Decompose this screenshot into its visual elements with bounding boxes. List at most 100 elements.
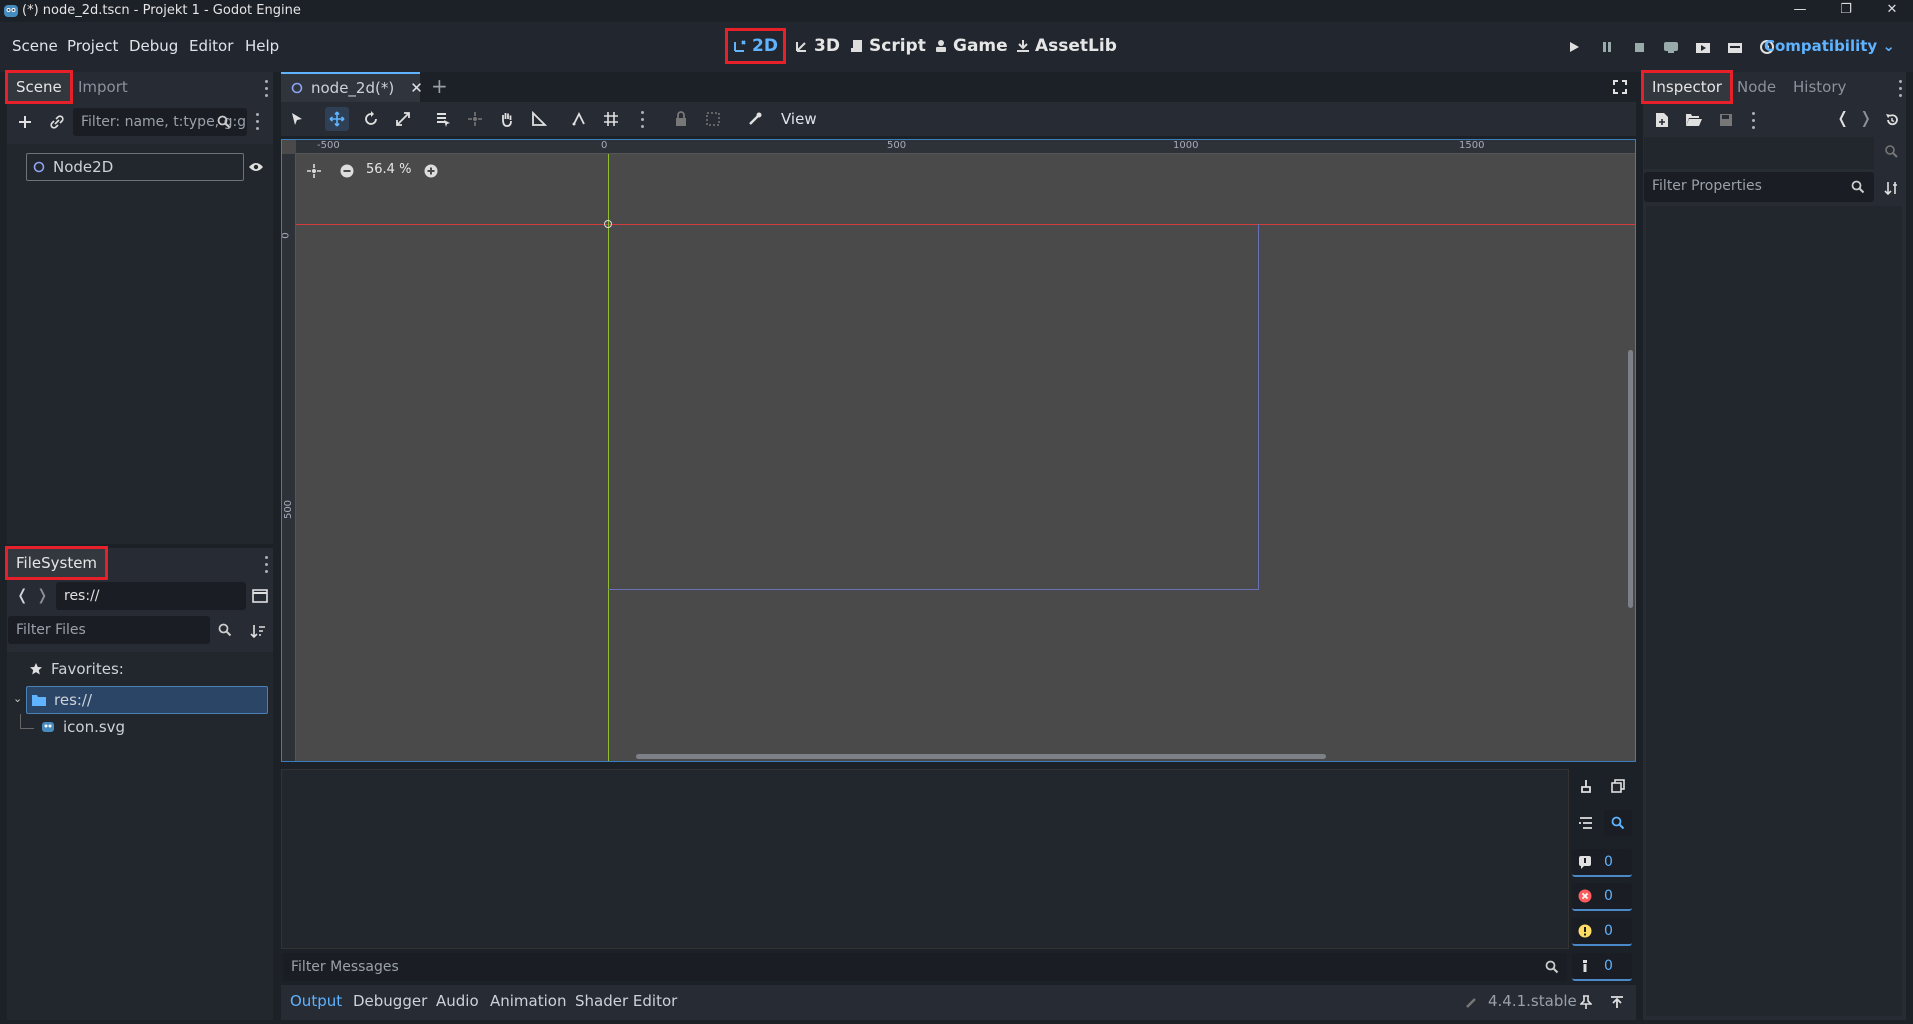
bottom-tab-debugger[interactable]: Debugger [353,992,427,1010]
skeleton-icon[interactable] [745,109,765,129]
info-filter-toggle[interactable]: 0 [1572,953,1632,981]
view-menu[interactable]: View [781,110,817,128]
pause-icon[interactable] [1596,36,1618,58]
pan-mode-icon[interactable] [497,109,517,129]
menu-project[interactable]: Project [67,37,118,55]
clear-output-icon[interactable] [1576,776,1596,796]
tree-item-res[interactable]: res:// [26,686,268,714]
filter-files-input[interactable]: Filter Files [8,616,210,644]
run-specific-scene-icon[interactable] [1724,36,1746,58]
pin-panel-icon[interactable] [1577,993,1595,1011]
zoom-in-icon[interactable] [422,162,440,180]
tree-item-node2d[interactable]: Node2D [26,153,244,181]
dock-menu-icon[interactable] [1899,80,1903,98]
zoom-out-icon[interactable] [338,162,356,180]
menu-scene[interactable]: Scene [12,37,58,55]
workspace-assetlib-button[interactable]: AssetLib [1010,30,1123,62]
rotate-mode-icon[interactable] [361,109,381,129]
canvas-viewport[interactable]: -500 0 500 1000 1500 0 500 56.4 % [281,139,1636,762]
new-scene-tab-icon[interactable]: + [431,74,448,98]
tree-guide-line [20,714,21,728]
object-selector[interactable] [1644,137,1874,169]
stop-icon[interactable] [1628,36,1650,58]
group-icon[interactable] [703,109,723,129]
renderer-select[interactable]: Compatibility ⌄ [1764,37,1895,55]
instance-scene-icon[interactable] [47,112,67,132]
zoom-level[interactable]: 56.4 % [366,162,411,177]
workspace-2d-button[interactable]: 2D [725,28,786,64]
vertical-scrollbar[interactable] [1628,350,1633,608]
workspace-3d-button[interactable]: 3D [789,30,846,62]
history-back-icon[interactable]: ❬ [1836,108,1849,127]
menu-help[interactable]: Help [245,37,279,55]
scene-options-icon[interactable] [256,113,260,131]
toggle-search-icon[interactable] [1604,810,1632,836]
bottom-tab-audio[interactable]: Audio [436,992,479,1010]
lock-icon[interactable] [671,109,691,129]
bottom-tab-output[interactable]: Output [290,992,342,1010]
nav-back-icon[interactable]: ❬ [16,586,29,604]
grid-snap-icon[interactable] [601,109,621,129]
filesystem-menu-icon[interactable] [265,556,269,574]
object-history-icon[interactable] [1882,110,1902,130]
history-forward-icon[interactable]: ❭ [1859,108,1872,127]
bottom-tab-animation[interactable]: Animation [490,992,566,1010]
close-tab-icon[interactable]: ✕ [410,79,423,97]
resource-options-icon[interactable] [1752,112,1756,130]
zoom-reset-icon[interactable] [305,162,323,180]
tree-item-icon-svg[interactable]: icon.svg [41,718,125,736]
select-mode-icon[interactable] [287,109,307,129]
save-resource-icon[interactable] [1716,110,1736,130]
minimize-icon[interactable]: — [1777,0,1823,22]
horizontal-scrollbar[interactable] [636,754,1326,759]
sort-icon[interactable] [249,622,267,640]
dock-menu-icon[interactable] [265,80,269,98]
open-resource-icon[interactable] [1684,110,1704,130]
filesystem-title[interactable]: FileSystem [4,546,109,580]
add-node-icon[interactable] [15,112,35,132]
run-current-scene-icon[interactable] [1692,36,1714,58]
snap-options-icon[interactable] [641,111,645,129]
expand-panel-icon[interactable] [1608,993,1626,1011]
scale-mode-icon[interactable] [393,109,413,129]
favorites-row[interactable]: Favorites: [29,660,124,678]
smart-snap-icon[interactable] [569,109,589,129]
tab-history[interactable]: History [1784,72,1855,102]
messages-filter-toggle[interactable]: 0 [1572,849,1632,877]
tab-scene[interactable]: Scene [5,70,73,104]
ruler-mode-icon[interactable] [529,109,549,129]
warnings-filter-toggle[interactable]: 0 [1572,918,1632,946]
filter-properties-input[interactable]: Filter Properties [1644,172,1874,202]
toggle-split-mode-icon[interactable] [250,586,270,606]
visibility-eye-icon[interactable] [247,158,265,176]
filter-messages-input[interactable]: Filter Messages [283,953,1567,981]
menu-editor[interactable]: Editor [189,37,233,55]
collapse-messages-icon[interactable] [1576,813,1596,833]
workspace-game-button[interactable]: Game [928,30,1014,62]
pivot-mode-icon[interactable] [465,109,485,129]
tab-import[interactable]: Import [69,72,137,102]
close-icon[interactable]: ✕ [1869,0,1913,22]
nav-forward-icon[interactable]: ❭ [36,586,49,604]
maximize-icon[interactable]: ❐ [1823,0,1869,22]
list-select-icon[interactable] [433,109,453,129]
chevron-down-icon[interactable]: ⌄ [13,692,22,705]
version-label[interactable]: 4.4.1.stable [1488,992,1577,1010]
copy-output-icon[interactable] [1608,776,1628,796]
new-resource-icon[interactable] [1652,110,1672,130]
bottom-tab-shader-editor[interactable]: Shader Editor [575,992,677,1010]
inspector-options-icon[interactable] [1882,178,1902,198]
tab-inspector[interactable]: Inspector [1641,70,1733,104]
play-icon[interactable] [1563,36,1585,58]
errors-filter-toggle[interactable]: 0 [1572,883,1632,911]
tab-node[interactable]: Node [1728,72,1785,102]
path-field[interactable]: res:// [56,582,246,610]
workspace-script-button[interactable]: Script [844,30,932,62]
move-mode-icon[interactable] [325,107,349,131]
workspace-2d-label: 2D [752,36,778,56]
object-documentation-icon[interactable] [1882,142,1902,162]
scene-tab[interactable]: node_2d(*) ✕ [281,72,423,102]
menu-debug[interactable]: Debug [129,37,178,55]
distraction-free-icon[interactable] [1611,78,1629,96]
remote-debug-icon[interactable] [1660,36,1682,58]
